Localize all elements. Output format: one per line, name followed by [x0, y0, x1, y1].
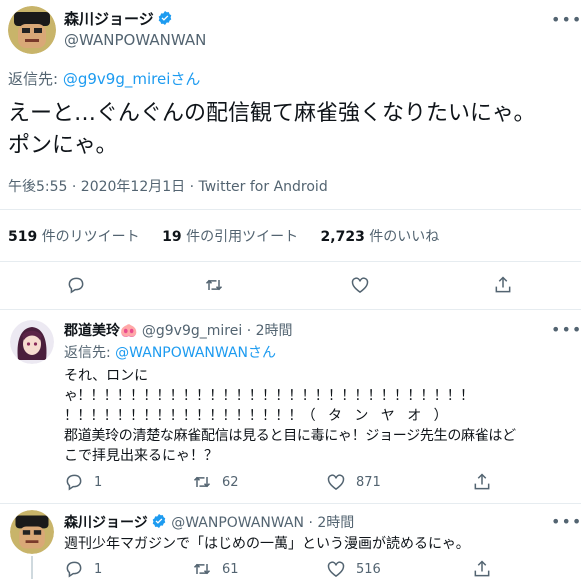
like-button[interactable]: 871 [326, 472, 381, 492]
retweet-icon [193, 476, 211, 488]
tweet-source[interactable]: Twitter for Android [199, 179, 328, 195]
like-button[interactable] [350, 275, 370, 295]
reply-author-handle[interactable]: @WANPOWANWAN [171, 515, 304, 531]
reply-author-line: 森川ジョージ @WANPOWANWAN · 2時間 [64, 512, 354, 532]
like-icon [327, 474, 345, 490]
reply-action-bar: 1 61 516 [0, 559, 581, 579]
share-icon [495, 276, 511, 293]
more-icon[interactable]: ••• [551, 320, 581, 340]
retweet-icon [205, 279, 223, 291]
more-icon[interactable]: ••• [551, 10, 581, 30]
share-button[interactable] [493, 275, 513, 295]
reply-button[interactable]: 1 [64, 472, 102, 492]
share-icon [474, 560, 490, 577]
author-handle[interactable]: @WANPOWANWAN [64, 31, 206, 49]
tweet-timestamp: 午後5:55 · 2020年12月1日 · Twitter for Androi… [8, 179, 328, 195]
reply-icon [68, 277, 84, 294]
reply-avatar[interactable] [10, 510, 54, 554]
main-action-bar [0, 275, 581, 301]
reply-icon [66, 561, 82, 578]
retweet-button[interactable]: 62 [192, 472, 239, 492]
like-icon [351, 277, 369, 293]
reply-action-bar: 1 62 871 [0, 472, 581, 498]
reply-text: それ、ロンに ゃ！！！！！！！！！！！！！！！！！！！！！！！！！！！！！！ ！… [64, 368, 516, 464]
share-icon [474, 473, 490, 490]
reply-time[interactable]: · 2時間 [308, 515, 354, 531]
divider [0, 209, 581, 210]
reply-text: 週刊少年マガジンで「はじめの一萬」という漫画が読めるにゃ。 [64, 536, 470, 552]
quotes-stat[interactable]: 19 件の引用ツイート [162, 229, 298, 245]
reply-author-line: 郡道美玲🐽 @g9v9g_mirei · 2時間 [64, 320, 293, 340]
retweet-button[interactable] [204, 275, 224, 295]
reply-avatar[interactable] [10, 320, 54, 364]
verified-badge-icon [152, 514, 166, 528]
divider [0, 261, 581, 262]
reply-to-link[interactable]: @g9v9g_mirei [63, 70, 171, 88]
author-name[interactable]: 森川ジョージ [64, 8, 173, 29]
more-icon[interactable]: ••• [551, 512, 581, 532]
reply-time[interactable]: · 2時間 [247, 323, 293, 339]
divider [0, 503, 581, 504]
share-button[interactable] [472, 559, 492, 579]
reply-author-name[interactable]: 森川ジョージ [64, 515, 148, 531]
retweet-button[interactable]: 61 [192, 559, 239, 579]
tweet-text: えーと…ぐんぐんの配信観て麻雀強くなりたいにゃ。 ポンにゃ。 [8, 101, 536, 158]
author-avatar[interactable] [8, 6, 56, 54]
tweet-stats: 519 件のリツイート 19 件の引用ツイート 2,723 件のいいね [8, 226, 457, 246]
divider [0, 309, 581, 310]
reply-to-link[interactable]: @WANPOWANWAN [115, 345, 248, 361]
reply-icon [66, 474, 82, 491]
reply-author-name[interactable]: 郡道美玲 [64, 323, 120, 339]
verified-badge-icon [158, 11, 171, 25]
reply-button[interactable]: 1 [64, 559, 102, 579]
pig-emoji-icon: 🐽 [120, 323, 138, 339]
share-button[interactable] [472, 472, 492, 492]
reply-to-line: 返信先: @WANPOWANWANさん [64, 345, 277, 361]
likes-stat[interactable]: 2,723 件のいいね [321, 229, 440, 245]
reply-author-handle[interactable]: @g9v9g_mirei [142, 323, 242, 339]
retweets-stat[interactable]: 519 件のリツイート [8, 229, 140, 245]
reply-to-line: 返信先: @g9v9g_mireiさん [8, 70, 201, 88]
like-icon [327, 561, 345, 577]
reply-button[interactable] [66, 275, 86, 295]
like-button[interactable]: 516 [326, 559, 381, 579]
retweet-icon [193, 563, 211, 575]
